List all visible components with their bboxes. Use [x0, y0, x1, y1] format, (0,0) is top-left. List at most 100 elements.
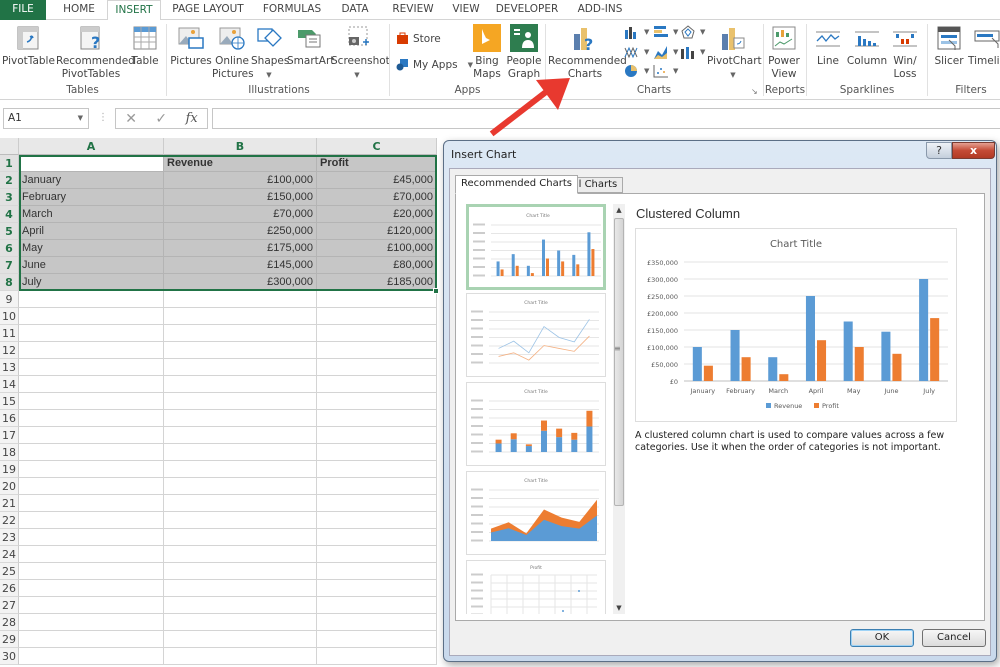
- row-header[interactable]: 7: [0, 257, 19, 274]
- cell[interactable]: [19, 376, 164, 393]
- row-header[interactable]: 22: [0, 512, 19, 529]
- name-box-dropdown-icon[interactable]: ▼: [78, 109, 83, 128]
- row-header[interactable]: 28: [0, 614, 19, 631]
- cell[interactable]: [317, 546, 437, 563]
- cell[interactable]: [317, 631, 437, 648]
- cell[interactable]: [164, 461, 317, 478]
- cell[interactable]: [164, 495, 317, 512]
- cell[interactable]: [164, 308, 317, 325]
- formula-input[interactable]: [212, 108, 1000, 129]
- line-chart-button[interactable]: ▼: [624, 45, 649, 59]
- row-header[interactable]: 14: [0, 376, 19, 393]
- slicer-button[interactable]: Slicer: [932, 24, 966, 68]
- cancel-button[interactable]: Cancel: [922, 629, 986, 647]
- cell[interactable]: [317, 342, 437, 359]
- cell[interactable]: [19, 325, 164, 342]
- cell-b1[interactable]: Revenue: [164, 155, 317, 172]
- tab-review[interactable]: REVIEW: [388, 0, 438, 20]
- cell-c6[interactable]: £100,000: [317, 240, 437, 257]
- thumbnail-scrollbar[interactable]: ▲ ≡ ▼: [613, 204, 625, 614]
- row-header[interactable]: 12: [0, 342, 19, 359]
- tab-home[interactable]: HOME: [54, 0, 104, 20]
- cell[interactable]: [19, 614, 164, 631]
- row-header[interactable]: 24: [0, 546, 19, 563]
- cell-a8[interactable]: July: [19, 274, 164, 291]
- column-header-c[interactable]: C: [317, 138, 437, 155]
- cell[interactable]: [164, 512, 317, 529]
- row-header[interactable]: 17: [0, 427, 19, 444]
- cell[interactable]: [19, 291, 164, 308]
- cell[interactable]: [19, 359, 164, 376]
- row-header[interactable]: 2: [0, 172, 19, 189]
- cell[interactable]: [317, 512, 437, 529]
- cell[interactable]: [317, 648, 437, 665]
- cell[interactable]: [317, 325, 437, 342]
- enter-formula-icon[interactable]: ✓: [155, 111, 167, 127]
- cell-b8[interactable]: £300,000: [164, 274, 317, 291]
- cell[interactable]: [164, 563, 317, 580]
- cell-b3[interactable]: £150,000: [164, 189, 317, 206]
- cell[interactable]: [164, 631, 317, 648]
- tab-developer[interactable]: DEVELOPER: [494, 0, 560, 20]
- tab-add-ins[interactable]: ADD-INS: [572, 0, 628, 20]
- radar-chart-button[interactable]: ▼: [680, 25, 705, 39]
- row-header[interactable]: 10: [0, 308, 19, 325]
- sparkline-column-button[interactable]: Column: [846, 24, 888, 68]
- row-header[interactable]: 1: [0, 155, 19, 172]
- cell[interactable]: [19, 597, 164, 614]
- row-header[interactable]: 6: [0, 240, 19, 257]
- cell-a1[interactable]: [19, 155, 164, 172]
- thumbnail-stacked-column[interactable]: Chart Title: [466, 382, 606, 466]
- row-header[interactable]: 5: [0, 223, 19, 240]
- cell[interactable]: [164, 359, 317, 376]
- insert-function-icon[interactable]: fx: [186, 111, 198, 126]
- scroll-down-icon[interactable]: ▼: [613, 602, 625, 614]
- cell-a2[interactable]: January: [19, 172, 164, 189]
- cell[interactable]: [19, 393, 164, 410]
- cell[interactable]: [19, 444, 164, 461]
- select-all-corner[interactable]: [0, 138, 19, 155]
- cell[interactable]: [164, 444, 317, 461]
- cell-a6[interactable]: May: [19, 240, 164, 257]
- thumbnail-stacked-area[interactable]: Chart Title: [466, 471, 606, 555]
- screenshot-button[interactable]: Screenshot ▼: [331, 24, 390, 82]
- row-header[interactable]: 25: [0, 563, 19, 580]
- sparkline-line-button[interactable]: Line: [812, 24, 844, 68]
- cell[interactable]: [164, 546, 317, 563]
- cell[interactable]: [19, 648, 164, 665]
- tab-view[interactable]: VIEW: [448, 0, 484, 20]
- cell[interactable]: [317, 291, 437, 308]
- row-header[interactable]: 9: [0, 291, 19, 308]
- name-box[interactable]: A1 ▼: [3, 108, 89, 129]
- tab-insert[interactable]: INSERT: [107, 0, 161, 21]
- row-header[interactable]: 20: [0, 478, 19, 495]
- timeline-button[interactable]: Timeline: [968, 24, 1000, 68]
- row-header[interactable]: 27: [0, 597, 19, 614]
- cell[interactable]: [19, 546, 164, 563]
- my-apps-button[interactable]: My Apps ▼: [396, 58, 473, 71]
- column-header-b[interactable]: B: [164, 138, 317, 155]
- cell[interactable]: [317, 563, 437, 580]
- cell[interactable]: [19, 342, 164, 359]
- cell[interactable]: [164, 648, 317, 665]
- store-button[interactable]: Store: [396, 32, 441, 45]
- column-header-a[interactable]: A: [19, 138, 164, 155]
- cell[interactable]: [317, 597, 437, 614]
- close-button[interactable]: x: [952, 142, 995, 159]
- cell[interactable]: [317, 478, 437, 495]
- row-header[interactable]: 8: [0, 274, 19, 291]
- tab-formulas[interactable]: FORMULAS: [258, 0, 326, 20]
- cell-c2[interactable]: £45,000: [317, 172, 437, 189]
- cell-b6[interactable]: £175,000: [164, 240, 317, 257]
- row-header[interactable]: 30: [0, 648, 19, 665]
- thumbnail-clustered-column[interactable]: Chart Title: [466, 204, 606, 290]
- cancel-formula-icon[interactable]: ✕: [125, 111, 137, 127]
- cell-b7[interactable]: £145,000: [164, 257, 317, 274]
- cell[interactable]: [19, 631, 164, 648]
- cell[interactable]: [164, 614, 317, 631]
- column-chart-button[interactable]: ▼: [624, 25, 649, 39]
- cell[interactable]: [317, 529, 437, 546]
- cell[interactable]: [19, 308, 164, 325]
- cell-b2[interactable]: £100,000: [164, 172, 317, 189]
- cell[interactable]: [164, 529, 317, 546]
